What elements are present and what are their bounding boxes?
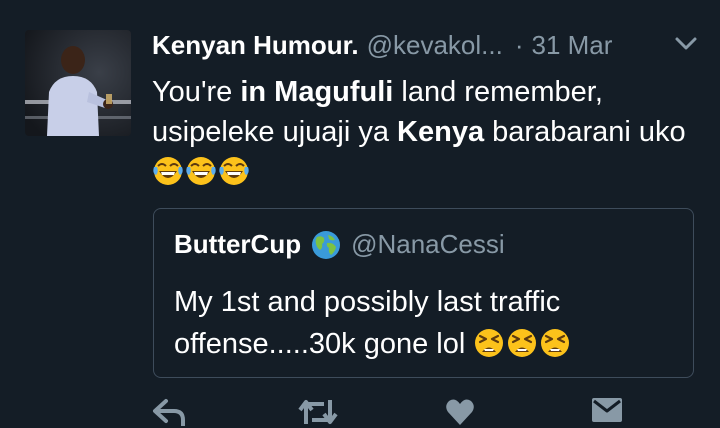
quoted-tweet-card[interactable]: ButterCup @NanaCessi My 1st and possibly…: [153, 208, 694, 378]
quoted-tweet-text: My 1st and possibly last traffic offense…: [174, 281, 674, 365]
quoted-display-name: ButterCup: [174, 229, 302, 259]
message-icon[interactable]: [592, 398, 622, 422]
tweet-actions-bar: [0, 398, 720, 428]
tweet-header: Kenyan Humour. @kevakol... · 31 Mar: [152, 28, 698, 62]
retweet-icon[interactable]: [298, 398, 338, 426]
tired-face-emoji: [508, 329, 537, 357]
avatar[interactable]: [25, 30, 131, 136]
tweet-text-part: You're: [152, 76, 241, 108]
quoted-handle: @NanaCessi: [351, 229, 505, 259]
separator-dot: ·: [514, 29, 524, 60]
tweet-date[interactable]: 31 Mar: [532, 30, 613, 61]
reply-icon[interactable]: [152, 398, 186, 426]
tears-of-joy-emoji: [186, 157, 216, 185]
tears-of-joy-emoji: [153, 157, 183, 185]
tweet-text-bold: in Magufuli: [240, 76, 394, 108]
quoted-tweet-header: ButterCup @NanaCessi: [174, 229, 505, 260]
author-handle[interactable]: @kevakol...: [367, 30, 503, 61]
tweet-text-bold: Kenya: [397, 116, 485, 148]
globe-emoji: [312, 230, 341, 259]
chevron-down-icon[interactable]: [674, 34, 698, 54]
tears-of-joy-emoji: [219, 157, 249, 185]
author-display-name[interactable]: Kenyan Humour.: [152, 30, 359, 61]
tweet-text-part: barabarani uko: [484, 116, 686, 148]
tired-face-emoji: [541, 329, 570, 357]
tired-face-emoji: [475, 329, 504, 357]
tweet-text: You're in Magufuli land remember, usipel…: [152, 72, 692, 192]
like-icon[interactable]: [445, 398, 475, 426]
